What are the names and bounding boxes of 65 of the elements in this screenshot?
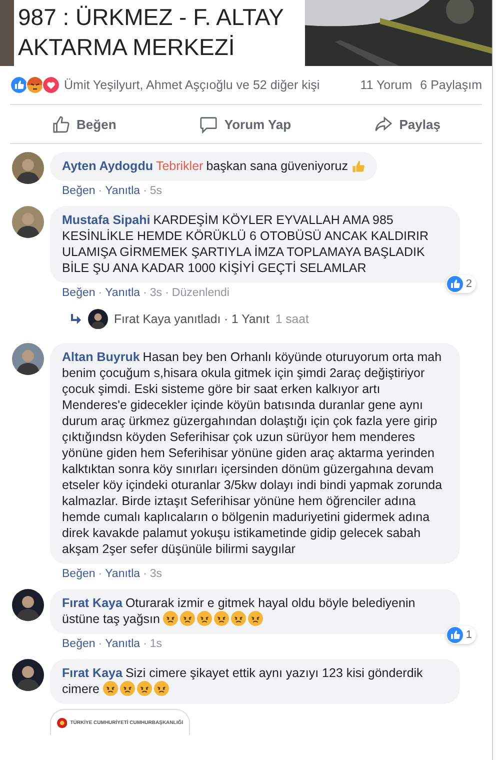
separator-dot: · — [98, 638, 102, 650]
mention-link[interactable]: Tebrikler — [156, 159, 204, 173]
like-link[interactable]: Beğen — [62, 568, 96, 580]
like-button[interactable]: Beğen — [44, 110, 124, 138]
frowning-face-icon — [154, 681, 169, 696]
avatar[interactable] — [12, 589, 44, 621]
post-title: AKTARMA MERKEZİ — [18, 33, 235, 62]
replies-link[interactable]: Fırat Kaya yanıtladı · 1 Yanıt — [114, 312, 270, 326]
separator-dot: · — [143, 638, 147, 650]
frowning-face-icon — [162, 611, 178, 626]
frowning-face-icon — [230, 611, 246, 626]
reaction-names-link[interactable]: Ümit Yeşilyurt, Ahmet Aşçıoğlu ve 52 diğer kişi — [64, 78, 320, 92]
like-link[interactable]: Beğen — [62, 638, 96, 650]
like-link[interactable]: Beğen — [62, 287, 96, 299]
post-title: 987 : ÜRKMEZ - F. ALTAY — [18, 3, 284, 32]
frowning-face-icon — [180, 611, 195, 626]
comment-author-link[interactable]: Fırat Kaya — [62, 596, 122, 610]
reply-arrow-icon — [70, 314, 82, 324]
comment-author-link[interactable]: Fırat Kaya — [62, 666, 122, 680]
reply-link[interactable]: Yanıtla — [105, 185, 140, 197]
thumbs-up-icon — [52, 114, 71, 134]
reply-link[interactable]: Yanıtla — [105, 287, 140, 299]
reply-link[interactable]: Yanıtla — [105, 638, 140, 650]
reply-time: 1 saat — [275, 312, 309, 326]
avatar[interactable] — [12, 659, 44, 691]
avatar[interactable] — [12, 152, 44, 184]
separator-dot: · — [143, 287, 147, 299]
separator-dot: · — [143, 568, 147, 580]
comment-text: Fırat Kaya Oturarak izmir e gitmek hayal oldu böyle belediyenin üstüne taş yağsın — [62, 595, 416, 627]
comment-button[interactable]: Yorum Yap — [191, 110, 300, 138]
reaction-count: 1 — [466, 628, 472, 643]
frowning-face-icon — [248, 611, 263, 626]
avatar[interactable] — [12, 343, 44, 375]
comment-author-link[interactable]: Mustafa Sipahi — [62, 213, 150, 227]
comment-author-link[interactable]: Altan Buyruk — [62, 350, 140, 364]
frowning-face-icon — [136, 681, 152, 696]
comment-text: Mustafa Sipahi KARDEŞİM KÖYLER EYVALLAH AMA 985 KESİNLİKLE HEMDE KÖRÜKLÜ 6 OTOBÜSÜ ANCAK KALDIRIR ULAMIŞA GİRMEMEK ŞARTIYLA İMZA TOPLAMAYA BAŞLADIK BİLE ŞU ANA KADAR 1000 KİŞİYİ GEÇTİ SELAMLAR — [62, 212, 430, 276]
avatar[interactable] — [88, 309, 108, 329]
frowning-face-icon — [214, 611, 229, 626]
separator-dot: · — [98, 287, 102, 299]
comment-text: Altan Buyruk Hasan bey ben Orhanlı köyünde oturuyorum orta mah benim çocuğum s,hisara okula gitmek için şimdi 2araç değiştiriyor çocuk şimdi. Eski sisteme göre bir saat erken kalkıyor artı Menderes'e gidecekler içinde köyün batısında duranlar gene aynı durum araç ürkmez güzergahından dolaştığı için çok fazla yere girip çıktığındsn köyden Seferihisar çok uzun sürüyor hem menderes yönüne giden hem Seferihisar yönüne giden araç aktarma yerinden kalktıktan sonra köy sınırları içersinden dönüm güzergahına devam etseler köy içindeki oturanlar 3/5kw dolayı indi bindi yapmak zorunda kalmazlar. Birde iztaşıt Seferihisar yönüne hem öğrenciler adına hemde cumalı kaplıcaların o bölgenin maduriyetini gidermek adına direk kavakde palamut yokuşu istikametinde gidip gelecek sabah akşam 2şer sefer düşünüle bilirmi saygılar — [62, 349, 444, 557]
reaction-count: 2 — [466, 277, 472, 292]
thumbs-up-icon — [350, 159, 365, 173]
frowning-face-icon — [102, 681, 118, 696]
speech-bubble-icon — [199, 114, 218, 134]
separator-dot: · — [98, 568, 102, 580]
separator-dot: · — [143, 185, 147, 197]
like-reaction-icon — [10, 76, 28, 94]
comment-count-link[interactable]: 11 Yorum — [360, 78, 412, 92]
avatar[interactable] — [12, 206, 44, 238]
share-arrow-icon — [374, 114, 394, 134]
angry-reaction-icon — [26, 76, 44, 94]
comment-author-link[interactable]: Ayten Aydogdu — [62, 159, 153, 173]
reply-link[interactable]: Yanıtla — [105, 568, 140, 580]
share-count-link[interactable]: 6 Paylaşım — [420, 78, 482, 92]
emblem-icon — [57, 716, 68, 730]
heart-reaction-icon — [42, 76, 60, 94]
share-button[interactable]: Paylaş — [366, 110, 448, 138]
like-link[interactable]: Beğen — [62, 185, 96, 197]
frowning-face-icon — [196, 611, 212, 626]
comment-text: Ayten Aydogdu Tebrikler başkan sana güveniyoruz — [62, 158, 365, 174]
separator-dot: · — [98, 185, 102, 197]
comment-text: Fırat Kaya Sizi cimere şikayet ettik aynı yazıyı 123 kisi gönderdik cimere — [62, 665, 424, 697]
separator-dot: · — [165, 287, 169, 299]
frowning-face-icon — [120, 681, 135, 696]
